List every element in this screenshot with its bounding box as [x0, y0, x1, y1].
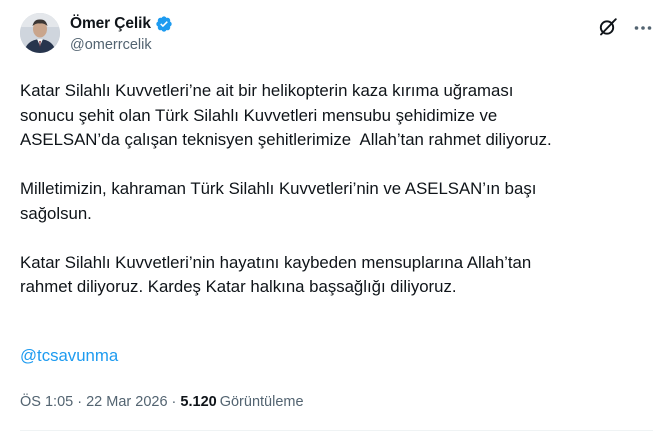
tweet-paragraph: Katar Silahlı Kuvvetleri’ne ait bir heli…: [20, 81, 552, 149]
views-label: Görüntüleme: [219, 394, 304, 410]
more-options-button[interactable]: [633, 18, 653, 38]
tweet-card: Ömer Çelik @omerrcelik Katar Silahlı Kuv…: [0, 0, 667, 436]
tweet-paragraph: Katar Silahlı Kuvvetleri’nin hayatını ka…: [20, 252, 532, 297]
meta-separator: ·: [73, 394, 87, 410]
divider: [20, 430, 653, 431]
more-options-icon: [634, 26, 652, 30]
author-handle[interactable]: @omerrcelik: [70, 37, 152, 53]
grok-icon: [599, 18, 617, 36]
tweet-time[interactable]: ÖS 1:05: [20, 394, 73, 410]
author-display-name[interactable]: Ömer Çelik: [70, 15, 151, 33]
avatar-portrait-icon: [20, 13, 60, 53]
tweet-paragraph: Milletimizin, kahraman Türk Silahlı Kuvv…: [20, 179, 537, 223]
tweet-date[interactable]: 22 Mar 2026: [86, 394, 167, 410]
tweet-meta: ÖS 1:05 · 22 Mar 2026 · 5.120 Görüntüleme: [20, 394, 304, 410]
avatar[interactable]: [20, 13, 60, 53]
verified-badge-icon: [156, 16, 172, 32]
tweet-text: Katar Silahlı Kuvvetleri’ne ait bir heli…: [20, 79, 650, 324]
views-count: 5.120: [180, 394, 217, 410]
mention-link[interactable]: @tcsavunma: [20, 346, 118, 366]
author-name-row[interactable]: Ömer Çelik: [70, 14, 173, 34]
meta-separator: ·: [167, 394, 181, 410]
grok-button[interactable]: [597, 16, 619, 38]
